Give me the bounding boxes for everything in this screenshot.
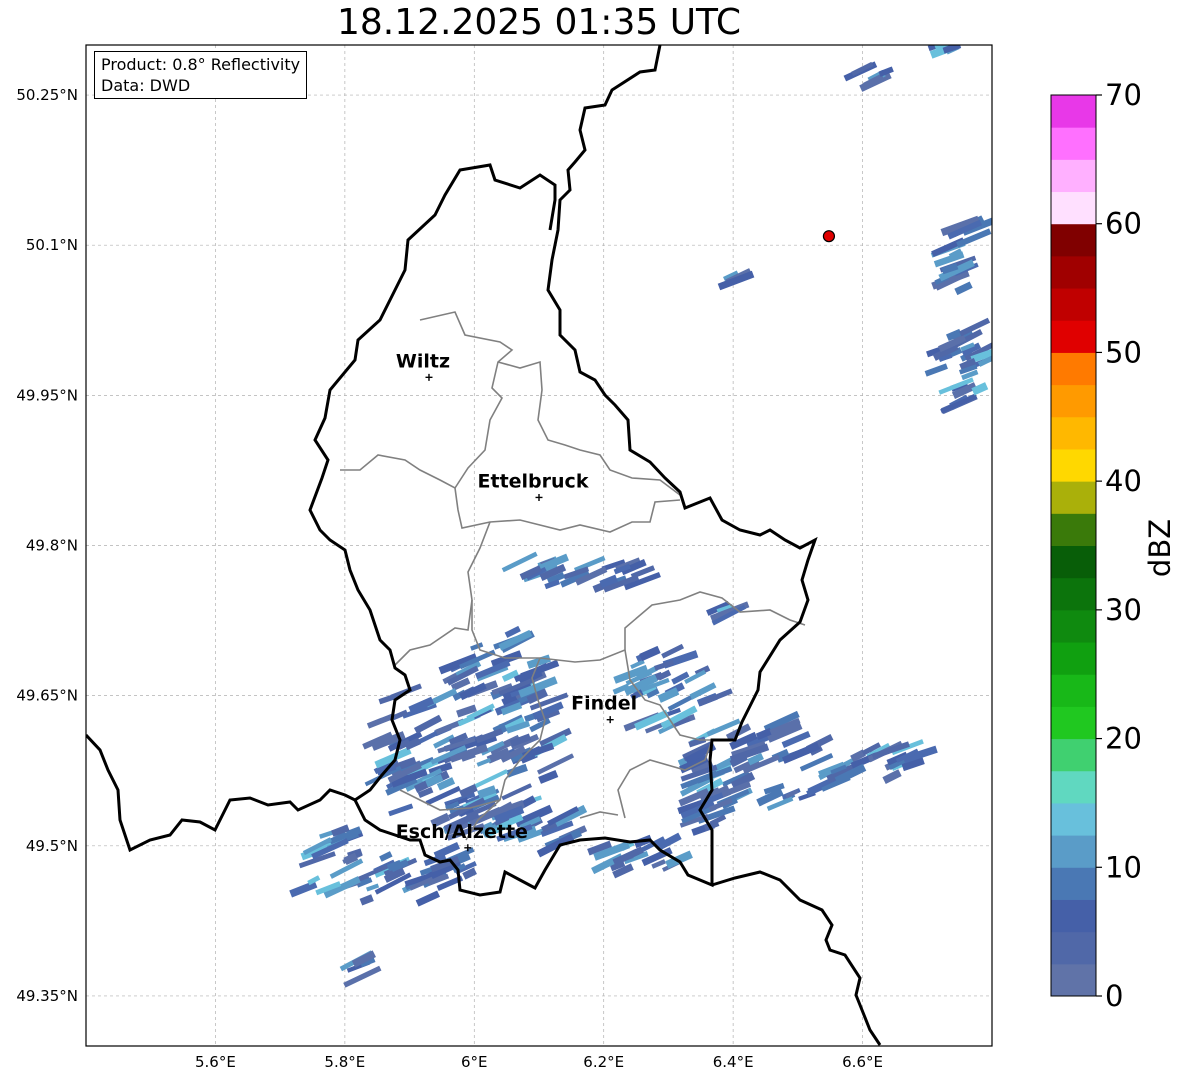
colorbar-segment bbox=[1051, 931, 1096, 965]
colorbar-segment bbox=[1051, 416, 1096, 450]
colorbar-segment bbox=[1051, 802, 1096, 836]
y-tick-label: 50.25°N bbox=[16, 86, 78, 104]
colorbar-segment bbox=[1051, 609, 1096, 643]
colorbar-tick-label: 30 bbox=[1105, 593, 1142, 627]
x-tick-label: 6°E bbox=[461, 1053, 488, 1071]
y-tick-label: 50.1°N bbox=[26, 236, 78, 254]
colorbar: 0 10 20 30 40 50 60 70 bbox=[1050, 78, 1142, 1013]
radar-map: WiltzEttelbruckFindelEsch/Alzette 5.6°E 5… bbox=[16, 44, 1142, 1071]
colorbar-segment bbox=[1051, 577, 1096, 611]
colorbar-segment bbox=[1051, 899, 1096, 933]
colorbar-segment bbox=[1051, 770, 1096, 804]
radar-echo bbox=[359, 894, 374, 906]
radar-echo bbox=[366, 713, 394, 729]
colorbar-segment bbox=[1051, 127, 1096, 160]
colorbar-label: dBZ bbox=[1143, 518, 1177, 578]
x-tick-label: 6.4°E bbox=[713, 1053, 754, 1071]
canton-border bbox=[471, 591, 806, 663]
colorbar-tick-label: 0 bbox=[1105, 979, 1123, 1013]
city-label: Ettelbruck bbox=[478, 470, 589, 492]
colorbar-segment bbox=[1051, 255, 1096, 289]
grid-lines bbox=[86, 45, 992, 1046]
city-marker bbox=[425, 373, 433, 381]
colorbar-segment bbox=[1051, 545, 1096, 579]
radar-echo bbox=[388, 803, 414, 817]
colorbar-segment bbox=[1051, 191, 1096, 225]
colorbar-segment bbox=[1051, 352, 1096, 386]
y-tick-label: 49.8°N bbox=[26, 537, 78, 555]
data-source-line: Data: DWD bbox=[101, 76, 191, 95]
city-label: Wiltz bbox=[396, 350, 450, 372]
x-tick-label: 6.2°E bbox=[583, 1053, 624, 1071]
radar-echo bbox=[639, 645, 661, 662]
colorbar-segment bbox=[1051, 642, 1096, 675]
city-label: Findel bbox=[571, 693, 637, 715]
x-tick-label: 6.6°E bbox=[842, 1053, 883, 1071]
city-marker bbox=[606, 716, 614, 724]
radar-echo bbox=[924, 363, 948, 377]
colorbar-segment bbox=[1051, 288, 1096, 321]
colorbar-tick-label: 40 bbox=[1105, 464, 1142, 498]
germany-france-border bbox=[711, 870, 882, 1046]
colorbar-segment bbox=[1051, 867, 1096, 900]
colorbar-segment bbox=[1051, 320, 1096, 353]
radar-echoes bbox=[289, 45, 992, 988]
colorbar-segment bbox=[1051, 384, 1096, 418]
colorbar-segment bbox=[1051, 963, 1096, 997]
colorbar-segment bbox=[1051, 738, 1096, 772]
colorbar-segment bbox=[1051, 159, 1096, 193]
y-tick-label: 49.65°N bbox=[16, 687, 78, 705]
city-label: Esch/Alzette bbox=[396, 821, 528, 843]
y-tick-label: 49.5°N bbox=[26, 837, 78, 855]
colorbar-segment bbox=[1051, 706, 1096, 740]
radar-echo bbox=[882, 769, 902, 784]
radar-echo bbox=[379, 851, 393, 862]
canton-border bbox=[579, 811, 619, 819]
colorbar-segment bbox=[1051, 448, 1096, 482]
radar-echo bbox=[501, 783, 532, 801]
x-tick-label: 5.6°E bbox=[195, 1053, 236, 1071]
radar-echo bbox=[476, 757, 492, 767]
x-tick-label: 5.8°E bbox=[324, 1053, 365, 1071]
belgium-france-border bbox=[86, 733, 356, 853]
borders bbox=[86, 45, 882, 1046]
colorbar-tick-label: 50 bbox=[1105, 335, 1142, 369]
colorbar-tick-label: 10 bbox=[1105, 850, 1142, 884]
y-tick-label: 49.35°N bbox=[16, 987, 78, 1005]
colorbar-segment bbox=[1051, 674, 1096, 707]
axis-ticks: 5.6°E 5.8°E 6°E 6.2°E 6.4°E 6.6°E 50.25°N 50.1°… bbox=[16, 86, 883, 1071]
colorbar-segment bbox=[1051, 835, 1096, 868]
radar-site-marker bbox=[822, 230, 836, 243]
canton-border bbox=[340, 311, 514, 490]
colorbar-tick-label: 70 bbox=[1105, 78, 1142, 112]
radar-echo bbox=[415, 890, 441, 907]
colorbar-segment bbox=[1051, 513, 1096, 546]
y-tick-label: 49.95°N bbox=[16, 386, 78, 404]
city-marker bbox=[535, 493, 543, 501]
colorbar-tick-label: 60 bbox=[1105, 207, 1142, 241]
product-line: Product: 0.8° Reflectivity bbox=[101, 55, 301, 74]
colorbar-segment bbox=[1051, 95, 1096, 128]
colorbar-tick-label: 20 bbox=[1105, 722, 1142, 756]
product-info-box: Product: 0.8° Reflectivity Data: DWD bbox=[94, 51, 308, 99]
colorbar-segment bbox=[1051, 481, 1096, 514]
canton-border bbox=[394, 521, 491, 666]
radar-echo bbox=[954, 281, 973, 296]
colorbar-segment bbox=[1051, 223, 1096, 257]
